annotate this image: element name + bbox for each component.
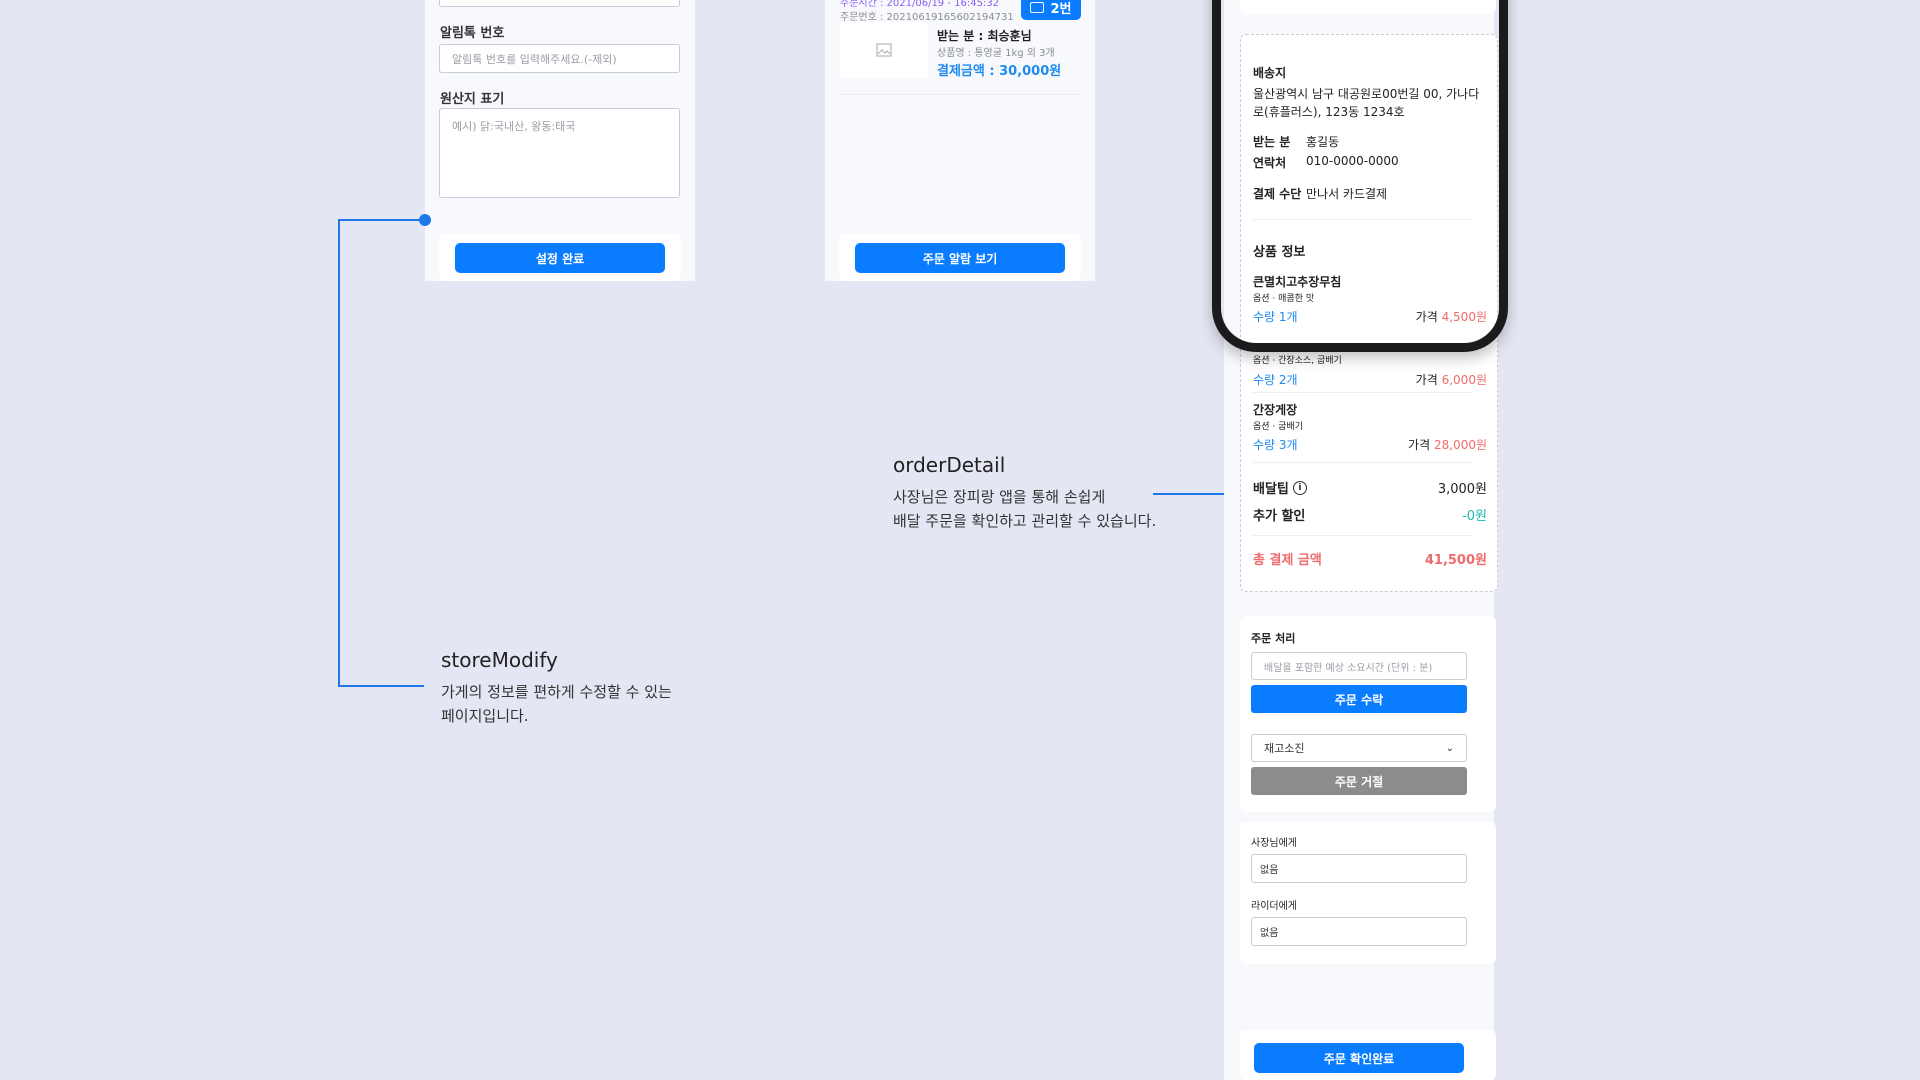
confirm-footer: 주문 확인완료 <box>1240 1030 1496 1080</box>
price-label: 가격 <box>1415 310 1438 324</box>
order-process-title: 주문 처리 <box>1251 632 1296 645</box>
reject-reason-select[interactable]: 재고소진 ⌄ <box>1251 734 1467 762</box>
delivery-tip-value: 3,000원 <box>1437 482 1487 497</box>
order-number: 주문번호 : 20210619165602194731 <box>840 12 1014 23</box>
order-alarm-footer: 주문 알람 보기 <box>839 234 1081 281</box>
order-confirm-button[interactable]: 주문 확인완료 <box>1254 1043 1464 1073</box>
phone-bottom-mask <box>1221 338 1499 343</box>
divider <box>1253 462 1473 463</box>
receiver-value: 홍길동 <box>1306 135 1340 149</box>
order-badge: 2번 <box>1021 0 1081 20</box>
address-line-1: 울산광역시 남구 대공원로00번길 00, 가나다 <box>1253 87 1480 101</box>
item-price: 가격 4,500원 <box>1416 308 1487 325</box>
store-connector-top <box>338 219 424 221</box>
store-connector-dot <box>419 214 431 226</box>
divider <box>1253 535 1473 536</box>
item-price: 가격 6,000원 <box>1416 371 1487 388</box>
item-qty: 수량 2개 <box>1253 373 1298 387</box>
image-icon <box>876 43 892 57</box>
address-line-2: 로(휴플러스), 123동 1234호 <box>1253 105 1405 119</box>
divider <box>1253 392 1473 393</box>
product-name: 상품명 : 통영굴 1kg 외 3개 <box>937 48 1055 59</box>
order-detail-desc-2: 배달 주문을 확인하고 관리할 수 있습니다. <box>893 512 1157 530</box>
price-value: 28,000원 <box>1433 438 1487 452</box>
receipt-card: 배송지 울산광역시 남구 대공원로00번길 00, 가나다 로(휴플러스), 1… <box>1240 34 1498 592</box>
shipping-label: 배송지 <box>1253 66 1287 80</box>
store-modify-footer: 설정 완료 <box>439 234 681 281</box>
contact-value: 010-0000-0000 <box>1306 154 1399 168</box>
memo-card: 사장님에게 없음 라이더에게 없음 <box>1240 822 1496 964</box>
info-icon[interactable]: i <box>1292 480 1307 495</box>
order-detail-desc-1: 사장님은 장피랑 앱을 통해 손쉽게 <box>893 488 1106 506</box>
discount-value: -0원 <box>1462 509 1487 524</box>
item-qty: 수량 1개 <box>1253 310 1298 324</box>
store-modify-desc-1: 가게의 정보를 편하게 수정할 수 있는 <box>441 683 672 701</box>
delivery-tip-label: 배달팁 i <box>1253 478 1307 497</box>
store-modify-title: storeModify <box>441 648 558 672</box>
price-value: 6,000원 <box>1441 373 1487 387</box>
payment-amount: 결제금액 : 30,000원 <box>937 64 1062 79</box>
accept-order-button[interactable]: 주문 수락 <box>1251 685 1467 713</box>
order-process-card: 주문 처리 배달을 포함한 예상 소요시간 (단위 : 분) 주문 수락 재고소… <box>1240 616 1496 812</box>
receiver-name: 받는 분 : 최승훈님 <box>937 29 1032 43</box>
delivery-tip-text: 배달팁 <box>1253 482 1289 497</box>
settings-complete-button[interactable]: 설정 완료 <box>455 243 665 273</box>
origin-label: 원산지 표기 <box>440 92 505 107</box>
to-rider-field[interactable]: 없음 <box>1251 917 1467 946</box>
discount-label: 추가 할인 <box>1253 509 1306 524</box>
store-connector-vertical <box>338 219 340 687</box>
to-owner-label: 사장님에게 <box>1251 838 1297 849</box>
to-rider-label: 라이더에게 <box>1251 901 1297 912</box>
price-label: 가격 <box>1408 438 1431 452</box>
item-option: 옵션 · 간장소스, 굽배기 <box>1253 356 1342 366</box>
item-name: 간장게장 <box>1253 403 1298 417</box>
store-connector-bottom <box>338 685 424 687</box>
item-qty: 수량 3개 <box>1253 438 1298 452</box>
item-name: 큰멸치고추장무침 <box>1253 275 1342 289</box>
total-label: 총 결제 금액 <box>1253 553 1322 568</box>
reject-order-button[interactable]: 주문 거절 <box>1251 767 1467 795</box>
item-option: 옵션 · 굽배기 <box>1253 422 1303 432</box>
item-option: 옵션 · 매콤한 맛 <box>1253 294 1315 304</box>
origin-textarea[interactable]: 예시) 닭:국내산, 왕동:태국 <box>439 108 680 198</box>
price-label: 가격 <box>1415 373 1438 387</box>
estimated-time-input[interactable]: 배달을 포함한 예상 소요시간 (단위 : 분) <box>1251 652 1467 680</box>
badge-count: 2번 <box>1050 1 1072 17</box>
price-value: 4,500원 <box>1441 310 1487 324</box>
previous-field[interactable] <box>439 0 680 7</box>
reject-reason-value: 재고소진 <box>1264 742 1305 755</box>
product-info-title: 상품 정보 <box>1253 245 1306 260</box>
contact-label: 연락처 <box>1253 156 1287 170</box>
order-alarm-screen: 주문시간 : 2021/06/19 - 16:45:32 주문번호 : 2021… <box>825 0 1095 281</box>
notify-number-label: 알림톡 번호 <box>440 26 505 41</box>
total-value: 41,500원 <box>1424 553 1487 568</box>
item-price: 가격 28,000원 <box>1408 436 1487 453</box>
top-card <box>1240 0 1496 14</box>
to-owner-field[interactable]: 없음 <box>1251 854 1467 883</box>
store-modify-screen: 알림톡 번호 알림톡 번호를 입력해주세요.(-제외) 원산지 표기 예시) 닭… <box>425 0 695 281</box>
product-image-placeholder <box>840 22 928 78</box>
payment-value: 만나서 카드결제 <box>1306 187 1388 201</box>
divider <box>840 94 1082 95</box>
receiver-label: 받는 분 <box>1253 135 1291 149</box>
chevron-down-icon: ⌄ <box>1445 742 1454 754</box>
basket-icon <box>1030 1 1045 13</box>
order-detail-title: orderDetail <box>893 453 1006 477</box>
view-order-alarm-button[interactable]: 주문 알람 보기 <box>855 243 1065 273</box>
order-detail-screen: 배송지 울산광역시 남구 대공원로00번길 00, 가나다 로(휴플러스), 1… <box>1224 0 1498 1080</box>
payment-label: 결제 수단 <box>1253 187 1302 201</box>
divider <box>1253 219 1473 220</box>
notify-number-input[interactable]: 알림톡 번호를 입력해주세요.(-제외) <box>439 44 680 73</box>
store-modify-desc-2: 페이지입니다. <box>441 707 529 725</box>
